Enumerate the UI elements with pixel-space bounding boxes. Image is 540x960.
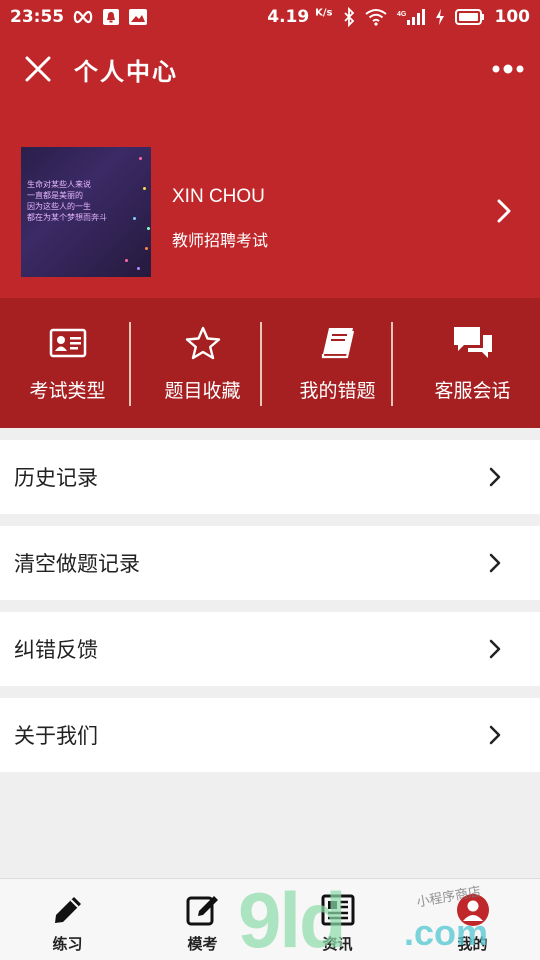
more-button[interactable] [488, 49, 528, 89]
battery-level: 100 [494, 7, 531, 27]
quick-action-label: 客服会话 [434, 380, 511, 402]
edit-icon [186, 896, 218, 926]
page-title: 个人中心 [74, 57, 178, 86]
network-speed: 4.19 K/s [267, 7, 332, 27]
menu-item-feedback[interactable]: 纠错反馈 [0, 612, 540, 686]
user-icon [456, 894, 489, 926]
chevron-right-icon [489, 725, 501, 745]
exam-category: 教师招聘考试 [172, 231, 269, 250]
quick-action-customer-service[interactable]: 客服会话 [405, 298, 540, 428]
avatar-poem-line: 都在为某个梦想而奔斗 [27, 213, 107, 222]
charging-icon [435, 8, 445, 26]
avatar-poem-line: 生命对某些人来说 [27, 180, 91, 189]
tab-practice[interactable]: 练习 [0, 879, 135, 960]
network-speed-value: 4.19 [267, 7, 310, 27]
quick-action-label: 考试类型 [29, 380, 106, 402]
menu-item-label: 清空做题记录 [14, 552, 140, 576]
tab-mock-exam[interactable]: 模考 [135, 879, 270, 960]
menu-item-about[interactable]: 关于我们 [0, 698, 540, 772]
pencil-icon [54, 897, 81, 923]
status-bar: 23:55 4.19 K/s 4G 100 [0, 0, 540, 34]
tab-news[interactable]: 资讯 [270, 879, 405, 960]
menu-item-clear-records[interactable]: 清空做题记录 [0, 526, 540, 600]
book-icon [321, 328, 354, 359]
avatar-poem-line: 一直都是美丽的 [27, 191, 83, 200]
status-time: 23:55 [10, 7, 65, 27]
tab-mine[interactable]: 我的 [405, 879, 540, 960]
username: XIN CHOU [172, 186, 265, 207]
notification-icon [102, 8, 120, 26]
news-icon [321, 894, 354, 926]
menu-item-history[interactable]: 历史记录 [0, 440, 540, 514]
id-card-icon [49, 328, 86, 358]
chevron-right-icon [497, 199, 511, 223]
divider [260, 322, 262, 406]
quick-action-wrong-questions[interactable]: 我的错题 [270, 298, 405, 428]
bottom-tab-bar: 练习 模考 资讯 我的 [0, 878, 540, 960]
quick-action-favorites[interactable]: 题目收藏 [135, 298, 270, 428]
network-speed-unit: K/s [315, 7, 333, 19]
bluetooth-icon [343, 7, 355, 27]
quick-actions: 考试类型 题目收藏 我的错题 客服会话 [0, 298, 540, 428]
avatar-poem-line: 因为这些人的一生 [27, 202, 91, 211]
menu-item-label: 纠错反馈 [14, 638, 98, 662]
infinity-icon [72, 10, 94, 24]
divider [391, 322, 393, 406]
profile-card[interactable]: 生命对某些人来说 一直都是美丽的 因为这些人的一生 都在为某个梦想而奔斗 XIN… [0, 104, 540, 298]
chat-icon [453, 327, 492, 358]
menu-item-label: 关于我们 [14, 724, 98, 748]
chevron-right-icon [489, 467, 501, 487]
chevron-right-icon [489, 639, 501, 659]
svg-text:4G: 4G [397, 11, 407, 18]
tab-label: 练习 [52, 935, 83, 953]
title-bar: 个人中心 [0, 34, 540, 104]
avatar-poem: 生命对某些人来说 一直都是美丽的 因为这些人的一生 都在为某个梦想而奔斗 [27, 179, 107, 223]
quick-action-exam-type[interactable]: 考试类型 [0, 298, 135, 428]
signal-icon: 4G [397, 8, 425, 26]
battery-icon [454, 9, 485, 25]
close-icon [25, 56, 51, 82]
star-icon [185, 326, 220, 360]
tab-label: 我的 [457, 935, 488, 953]
wifi-icon [364, 8, 387, 26]
tab-label: 模考 [187, 935, 218, 953]
quick-action-label: 我的错题 [299, 380, 376, 402]
quick-action-label: 题目收藏 [164, 380, 241, 402]
tab-label: 资讯 [322, 935, 353, 953]
close-button[interactable] [10, 41, 66, 97]
divider [129, 322, 131, 406]
settings-menu: 历史记录 清空做题记录 纠错反馈 关于我们 [0, 440, 540, 784]
image-icon [128, 8, 148, 26]
menu-item-label: 历史记录 [14, 466, 98, 490]
chevron-right-icon [489, 553, 501, 573]
more-icon [492, 64, 524, 74]
avatar: 生命对某些人来说 一直都是美丽的 因为这些人的一生 都在为某个梦想而奔斗 [21, 147, 151, 277]
